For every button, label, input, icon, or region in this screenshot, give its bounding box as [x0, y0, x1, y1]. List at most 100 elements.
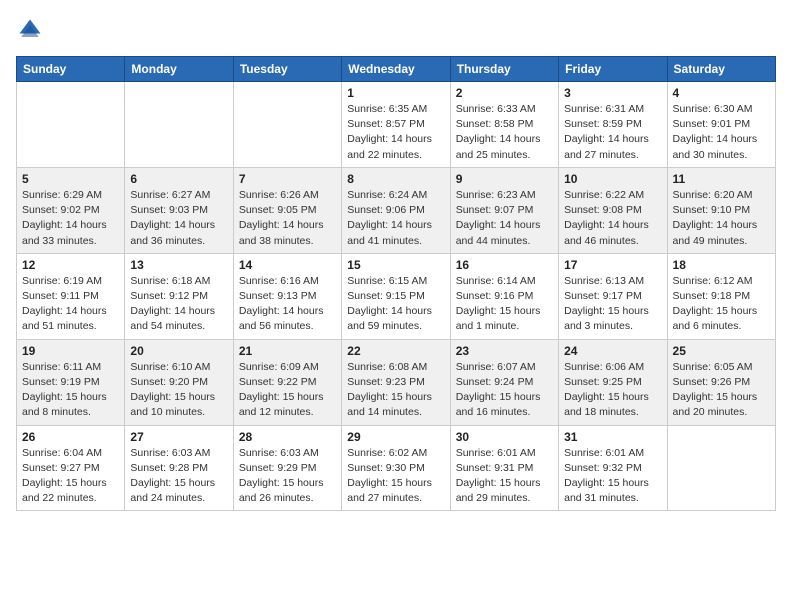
day-info: Sunrise: 6:06 AM Sunset: 9:25 PM Dayligh…	[564, 360, 661, 421]
day-number: 30	[456, 430, 553, 444]
day-number: 2	[456, 86, 553, 100]
day-info: Sunrise: 6:13 AM Sunset: 9:17 PM Dayligh…	[564, 274, 661, 335]
day-number: 7	[239, 172, 336, 186]
weekday-header: Thursday	[450, 57, 558, 82]
day-info: Sunrise: 6:24 AM Sunset: 9:06 PM Dayligh…	[347, 188, 444, 249]
calendar-cell: 22 Sunrise: 6:08 AM Sunset: 9:23 PM Dayli…	[342, 339, 450, 425]
calendar-week-row: 5 Sunrise: 6:29 AM Sunset: 9:02 PM Daylig…	[17, 167, 776, 253]
calendar-cell: 26 Sunrise: 6:04 AM Sunset: 9:27 PM Dayli…	[17, 425, 125, 511]
day-number: 10	[564, 172, 661, 186]
calendar-week-row: 26 Sunrise: 6:04 AM Sunset: 9:27 PM Dayli…	[17, 425, 776, 511]
weekday-header: Sunday	[17, 57, 125, 82]
calendar-cell: 15 Sunrise: 6:15 AM Sunset: 9:15 PM Dayli…	[342, 253, 450, 339]
weekday-header: Saturday	[667, 57, 775, 82]
calendar-cell: 12Sunrise: 6:19 AM Sunset: 9:11 PM Dayli…	[17, 253, 125, 339]
weekday-header: Wednesday	[342, 57, 450, 82]
day-number: 26	[22, 430, 119, 444]
day-number: 21	[239, 344, 336, 358]
day-number: 18	[673, 258, 770, 272]
calendar-cell: 28Sunrise: 6:03 AM Sunset: 9:29 PM Dayli…	[233, 425, 341, 511]
day-info: Sunrise: 6:31 AM Sunset: 8:59 PM Dayligh…	[564, 102, 661, 163]
day-number: 6	[130, 172, 227, 186]
calendar-cell: 31 Sunrise: 6:01 AM Sunset: 9:32 PM Dayli…	[559, 425, 667, 511]
calendar-cell: 4Sunrise: 6:30 AM Sunset: 9:01 PM Daylig…	[667, 82, 775, 168]
day-info: Sunrise: 6:26 AM Sunset: 9:05 PM Dayligh…	[239, 188, 336, 249]
day-number: 9	[456, 172, 553, 186]
day-info: Sunrise: 6:04 AM Sunset: 9:27 PM Dayligh…	[22, 446, 119, 507]
day-number: 1	[347, 86, 444, 100]
weekday-header-row: SundayMondayTuesdayWednesdayThursdayFrid…	[17, 57, 776, 82]
day-number: 8	[347, 172, 444, 186]
day-number: 4	[673, 86, 770, 100]
day-info: Sunrise: 6:20 AM Sunset: 9:10 PM Dayligh…	[673, 188, 770, 249]
day-number: 22	[347, 344, 444, 358]
calendar-cell: 30 Sunrise: 6:01 AM Sunset: 9:31 PM Dayli…	[450, 425, 558, 511]
day-info: Sunrise: 6:11 AM Sunset: 9:19 PM Dayligh…	[22, 360, 119, 421]
calendar-table: SundayMondayTuesdayWednesdayThursdayFrid…	[16, 56, 776, 511]
logo	[16, 16, 48, 44]
day-number: 14	[239, 258, 336, 272]
day-info: Sunrise: 6:27 AM Sunset: 9:03 PM Dayligh…	[130, 188, 227, 249]
day-info: Sunrise: 6:22 AM Sunset: 9:08 PM Dayligh…	[564, 188, 661, 249]
calendar-cell: 5 Sunrise: 6:29 AM Sunset: 9:02 PM Daylig…	[17, 167, 125, 253]
calendar-week-row: 1 Sunrise: 6:35 AM Sunset: 8:57 PM Daylig…	[17, 82, 776, 168]
calendar-week-row: 12Sunrise: 6:19 AM Sunset: 9:11 PM Dayli…	[17, 253, 776, 339]
day-info: Sunrise: 6:12 AM Sunset: 9:18 PM Dayligh…	[673, 274, 770, 335]
calendar-cell: 1 Sunrise: 6:35 AM Sunset: 8:57 PM Daylig…	[342, 82, 450, 168]
calendar-cell: 3 Sunrise: 6:31 AM Sunset: 8:59 PM Daylig…	[559, 82, 667, 168]
calendar-cell: 21Sunrise: 6:09 AM Sunset: 9:22 PM Dayli…	[233, 339, 341, 425]
day-number: 31	[564, 430, 661, 444]
day-number: 17	[564, 258, 661, 272]
weekday-header: Tuesday	[233, 57, 341, 82]
calendar-cell: 17 Sunrise: 6:13 AM Sunset: 9:17 PM Dayli…	[559, 253, 667, 339]
calendar-cell: 8 Sunrise: 6:24 AM Sunset: 9:06 PM Daylig…	[342, 167, 450, 253]
calendar-cell	[233, 82, 341, 168]
day-number: 25	[673, 344, 770, 358]
logo-icon	[16, 16, 44, 44]
day-number: 13	[130, 258, 227, 272]
calendar-cell: 19Sunrise: 6:11 AM Sunset: 9:19 PM Dayli…	[17, 339, 125, 425]
day-number: 15	[347, 258, 444, 272]
page-header	[16, 16, 776, 44]
calendar-cell: 10 Sunrise: 6:22 AM Sunset: 9:08 PM Dayli…	[559, 167, 667, 253]
calendar-cell: 27Sunrise: 6:03 AM Sunset: 9:28 PM Dayli…	[125, 425, 233, 511]
calendar-cell: 2 Sunrise: 6:33 AM Sunset: 8:58 PM Daylig…	[450, 82, 558, 168]
day-number: 29	[347, 430, 444, 444]
calendar-cell: 11 Sunrise: 6:20 AM Sunset: 9:10 PM Dayli…	[667, 167, 775, 253]
day-info: Sunrise: 6:05 AM Sunset: 9:26 PM Dayligh…	[673, 360, 770, 421]
day-info: Sunrise: 6:01 AM Sunset: 9:32 PM Dayligh…	[564, 446, 661, 507]
day-info: Sunrise: 6:18 AM Sunset: 9:12 PM Dayligh…	[130, 274, 227, 335]
day-number: 3	[564, 86, 661, 100]
calendar-cell: 18 Sunrise: 6:12 AM Sunset: 9:18 PM Dayli…	[667, 253, 775, 339]
calendar-cell	[667, 425, 775, 511]
calendar-cell: 29 Sunrise: 6:02 AM Sunset: 9:30 PM Dayli…	[342, 425, 450, 511]
day-info: Sunrise: 6:19 AM Sunset: 9:11 PM Dayligh…	[22, 274, 119, 335]
calendar-cell: 16Sunrise: 6:14 AM Sunset: 9:16 PM Dayli…	[450, 253, 558, 339]
calendar-cell: 6 Sunrise: 6:27 AM Sunset: 9:03 PM Daylig…	[125, 167, 233, 253]
day-info: Sunrise: 6:08 AM Sunset: 9:23 PM Dayligh…	[347, 360, 444, 421]
day-info: Sunrise: 6:23 AM Sunset: 9:07 PM Dayligh…	[456, 188, 553, 249]
day-number: 24	[564, 344, 661, 358]
day-number: 5	[22, 172, 119, 186]
day-number: 28	[239, 430, 336, 444]
day-info: Sunrise: 6:10 AM Sunset: 9:20 PM Dayligh…	[130, 360, 227, 421]
day-info: Sunrise: 6:01 AM Sunset: 9:31 PM Dayligh…	[456, 446, 553, 507]
day-number: 11	[673, 172, 770, 186]
calendar-cell: 13 Sunrise: 6:18 AM Sunset: 9:12 PM Dayli…	[125, 253, 233, 339]
weekday-header: Monday	[125, 57, 233, 82]
weekday-header: Friday	[559, 57, 667, 82]
day-number: 23	[456, 344, 553, 358]
calendar-cell: 9 Sunrise: 6:23 AM Sunset: 9:07 PM Daylig…	[450, 167, 558, 253]
day-info: Sunrise: 6:07 AM Sunset: 9:24 PM Dayligh…	[456, 360, 553, 421]
calendar-cell	[125, 82, 233, 168]
day-info: Sunrise: 6:29 AM Sunset: 9:02 PM Dayligh…	[22, 188, 119, 249]
day-info: Sunrise: 6:15 AM Sunset: 9:15 PM Dayligh…	[347, 274, 444, 335]
calendar-week-row: 19Sunrise: 6:11 AM Sunset: 9:19 PM Dayli…	[17, 339, 776, 425]
day-number: 16	[456, 258, 553, 272]
day-info: Sunrise: 6:02 AM Sunset: 9:30 PM Dayligh…	[347, 446, 444, 507]
day-info: Sunrise: 6:33 AM Sunset: 8:58 PM Dayligh…	[456, 102, 553, 163]
day-number: 20	[130, 344, 227, 358]
calendar-cell: 24 Sunrise: 6:06 AM Sunset: 9:25 PM Dayli…	[559, 339, 667, 425]
calendar-cell: 14Sunrise: 6:16 AM Sunset: 9:13 PM Dayli…	[233, 253, 341, 339]
day-info: Sunrise: 6:35 AM Sunset: 8:57 PM Dayligh…	[347, 102, 444, 163]
